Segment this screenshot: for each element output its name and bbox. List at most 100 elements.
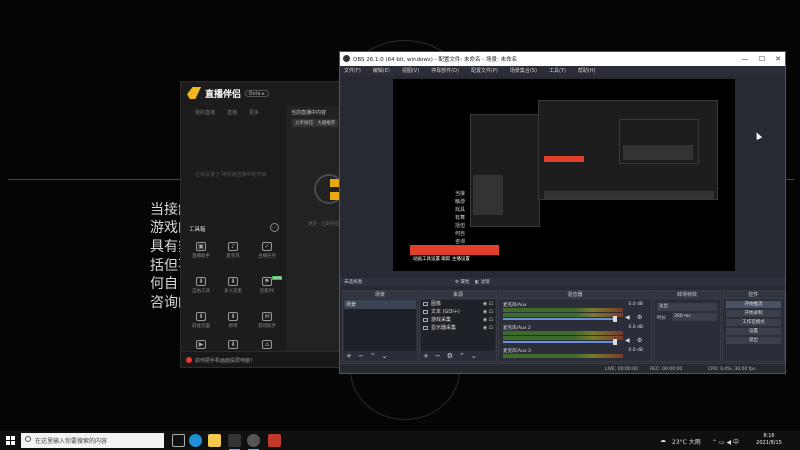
clock-time: 8:16 bbox=[763, 433, 775, 439]
gear-icon[interactable]: ⚙ bbox=[637, 314, 642, 321]
speaker-icon[interactable]: ◀ bbox=[625, 314, 630, 321]
tool-label: 自由工具 bbox=[192, 289, 210, 294]
maximize-button[interactable]: ☐ bbox=[757, 54, 767, 64]
bozhu-taskbar-icon[interactable] bbox=[228, 434, 241, 450]
visibility-lock-icon[interactable]: ◉ ⊡ bbox=[483, 308, 493, 316]
toolbox-more-icon[interactable]: … bbox=[270, 223, 279, 232]
tool-label: 游戏助手 bbox=[258, 324, 276, 329]
tool-item[interactable]: ⚑ 连麦PK bbox=[252, 277, 282, 303]
taskbar-search[interactable]: 在这里输入你要搜索的内容 bbox=[21, 433, 164, 448]
source-item[interactable]: 游戏采集 ◉ ⊡ bbox=[421, 316, 495, 324]
remove-source-button[interactable]: − bbox=[435, 352, 441, 361]
bozhu-window[interactable]: 直播伴侣 Beta ▸ 我的直播 直播 更多 在线设置了·待快速直播中的开启 当… bbox=[180, 81, 340, 368]
volume-slider[interactable] bbox=[503, 318, 613, 320]
move-up-button[interactable]: ⌃ bbox=[370, 352, 376, 361]
app-taskbar-icon[interactable] bbox=[268, 434, 281, 447]
obs-title: OBS 26.1.0 (64 bit, windows) - 配置文件: 未命名… bbox=[353, 57, 518, 63]
sources-list[interactable]: 图像 ◉ ⊡ 文本 (GDI+) ◉ ⊡ 游戏采集 ◉ ⊡ 显示器采集 ◉ ⊡ bbox=[421, 300, 495, 351]
source-settings-icon[interactable]: ⚙ bbox=[447, 352, 453, 361]
obs-preview[interactable]: 动画工具设置 跟踪 主播设置 bbox=[393, 79, 735, 271]
remove-scene-button[interactable]: − bbox=[358, 352, 364, 361]
windows-start-icon[interactable] bbox=[6, 436, 15, 445]
bozhu-footer[interactable]: 如何把手机画面投屏电脑？ bbox=[181, 351, 339, 367]
volume-slider-handle[interactable] bbox=[613, 339, 617, 345]
mixer-channel[interactable]: 麦克风/Aux 3 0.0 dB bbox=[501, 347, 651, 361]
version-badge[interactable]: Beta ▸ bbox=[245, 89, 269, 97]
tool-item[interactable]: ✓ 主播任务 bbox=[252, 242, 282, 268]
mixer-channel[interactable]: 麦克风/Aux 2 0.0 dB ◀ ⚙ bbox=[501, 324, 651, 346]
tool-item[interactable]: ▣ 直播助手 bbox=[186, 242, 216, 268]
task-view-icon[interactable] bbox=[172, 434, 185, 447]
exit-button[interactable]: 退出 bbox=[726, 337, 781, 344]
obs-titlebar[interactable]: OBS 26.1.0 (64 bit, windows) - 配置文件: 未命名… bbox=[340, 52, 785, 66]
tool-label: 主播任务 bbox=[258, 254, 276, 259]
duration-input[interactable]: 300 ms bbox=[672, 313, 717, 321]
channel-db: 0.0 dB bbox=[628, 302, 643, 307]
volume-slider-handle[interactable] bbox=[613, 316, 617, 322]
volume-slider[interactable] bbox=[503, 341, 613, 343]
visibility-lock-icon[interactable]: ◉ ⊡ bbox=[483, 300, 493, 308]
add-scene-button[interactable]: + bbox=[346, 352, 352, 361]
menu-tools[interactable]: 工具(T) bbox=[549, 66, 566, 76]
nested-red-strip bbox=[544, 156, 584, 162]
properties-button[interactable]: ⚙ 属性 bbox=[455, 279, 469, 285]
settings-button[interactable]: 设置 bbox=[726, 328, 781, 335]
start-recording-button[interactable]: 开始录制 bbox=[726, 310, 781, 317]
minimize-button[interactable]: — bbox=[740, 54, 750, 64]
nested-panel bbox=[623, 145, 693, 160]
obs-menubar: 文件(F) 编辑(E) 视图(V) 停靠部件(D) 配置文件(P) 场景集合(S… bbox=[340, 66, 785, 76]
source-item[interactable]: 图像 ◉ ⊡ bbox=[421, 300, 495, 308]
menu-profile[interactable]: 配置文件(P) bbox=[471, 66, 498, 76]
gear-icon[interactable]: ⚙ bbox=[637, 337, 642, 344]
edge-icon[interactable] bbox=[189, 434, 202, 447]
taskbar-clock[interactable]: 8:16 2021/8/15 bbox=[751, 433, 787, 447]
game-icon bbox=[423, 318, 428, 322]
file-explorer-icon[interactable] bbox=[208, 434, 221, 447]
menu-file[interactable]: 文件(F) bbox=[344, 66, 361, 76]
speaker-icon[interactable]: ◀ bbox=[625, 337, 630, 344]
desktop: 当接触 游戏的 具有舞 括但不 何自己 咨询的 直播伴侣 Beta ▸ 我的直播… bbox=[0, 0, 800, 450]
tool-item[interactable]: ✉ 游戏助手 bbox=[252, 312, 282, 338]
visibility-lock-icon[interactable]: ◉ ⊡ bbox=[483, 324, 493, 332]
tool-item[interactable]: ⬇ 多人连麦 bbox=[218, 277, 248, 303]
obs-taskbar-icon[interactable] bbox=[247, 434, 260, 450]
bozhu-logo: 直播伴侣 Beta ▸ bbox=[187, 86, 269, 100]
studio-mode-button[interactable]: 工作室模式 bbox=[726, 319, 781, 326]
tab-live[interactable]: 直播 bbox=[227, 109, 237, 116]
close-button[interactable]: ✕ bbox=[773, 54, 783, 64]
menu-edit[interactable]: 编辑(E) bbox=[373, 66, 390, 76]
footer-text[interactable]: 如何把手机画面投屏电脑？ bbox=[195, 357, 255, 364]
filters-button[interactable]: ◧ 滤镜 bbox=[475, 279, 490, 285]
transition-select[interactable]: 淡出 bbox=[657, 303, 717, 311]
weather-icon[interactable]: ☁ bbox=[660, 437, 666, 444]
tool-item[interactable]: ⬇ 自由工具 bbox=[186, 277, 216, 303]
tab-my-live[interactable]: 我的直播 bbox=[195, 109, 215, 116]
mixer-channel[interactable]: 麦克风/Aux 0.0 dB ◀ ⚙ bbox=[501, 301, 651, 323]
menu-help[interactable]: 帮助(H) bbox=[578, 66, 596, 76]
visibility-lock-icon[interactable]: ◉ ⊡ bbox=[483, 316, 493, 324]
weather-text[interactable]: 23°C 大雨 bbox=[672, 437, 701, 446]
alert-icon bbox=[186, 357, 192, 363]
tool-item[interactable]: ⬇ 榜单 bbox=[218, 312, 248, 338]
move-down-button[interactable]: ⌄ bbox=[382, 352, 388, 361]
tool-item[interactable]: ⬇ 前往页面 bbox=[186, 312, 216, 338]
right-panel-chip[interactable]: 分享按钮 · 大播推荐 bbox=[292, 119, 339, 127]
scenes-list[interactable]: 场景 bbox=[344, 300, 416, 351]
menu-scene-collection[interactable]: 场景集合(S) bbox=[510, 66, 537, 76]
start-streaming-button[interactable]: 开始推流 bbox=[726, 301, 781, 308]
source-item[interactable]: 文本 (GDI+) ◉ ⊡ bbox=[421, 308, 495, 316]
tool-item[interactable]: ♪ 麦克风 bbox=[218, 242, 248, 268]
transitions-dock: 转场特效 淡出 时长 300 ms bbox=[653, 290, 721, 362]
obs-window[interactable]: OBS 26.1.0 (64 bit, windows) - 配置文件: 未命名… bbox=[339, 51, 786, 374]
scene-item[interactable]: 场景 bbox=[344, 300, 416, 309]
move-down-button[interactable]: ⌄ bbox=[471, 352, 477, 361]
tray-icons[interactable]: ⌃ ▭ ◀ 中 bbox=[712, 437, 739, 446]
menu-docks[interactable]: 停靠部件(D) bbox=[431, 66, 459, 76]
add-source-button[interactable]: + bbox=[423, 352, 429, 361]
source-item[interactable]: 显示器采集 ◉ ⊡ bbox=[421, 324, 495, 332]
duration-label: 时长 bbox=[657, 316, 666, 321]
volume-meter bbox=[503, 354, 623, 358]
move-up-button[interactable]: ⌃ bbox=[459, 352, 465, 361]
menu-view[interactable]: 视图(V) bbox=[402, 66, 419, 76]
tab-more[interactable]: 更多 bbox=[249, 109, 259, 116]
